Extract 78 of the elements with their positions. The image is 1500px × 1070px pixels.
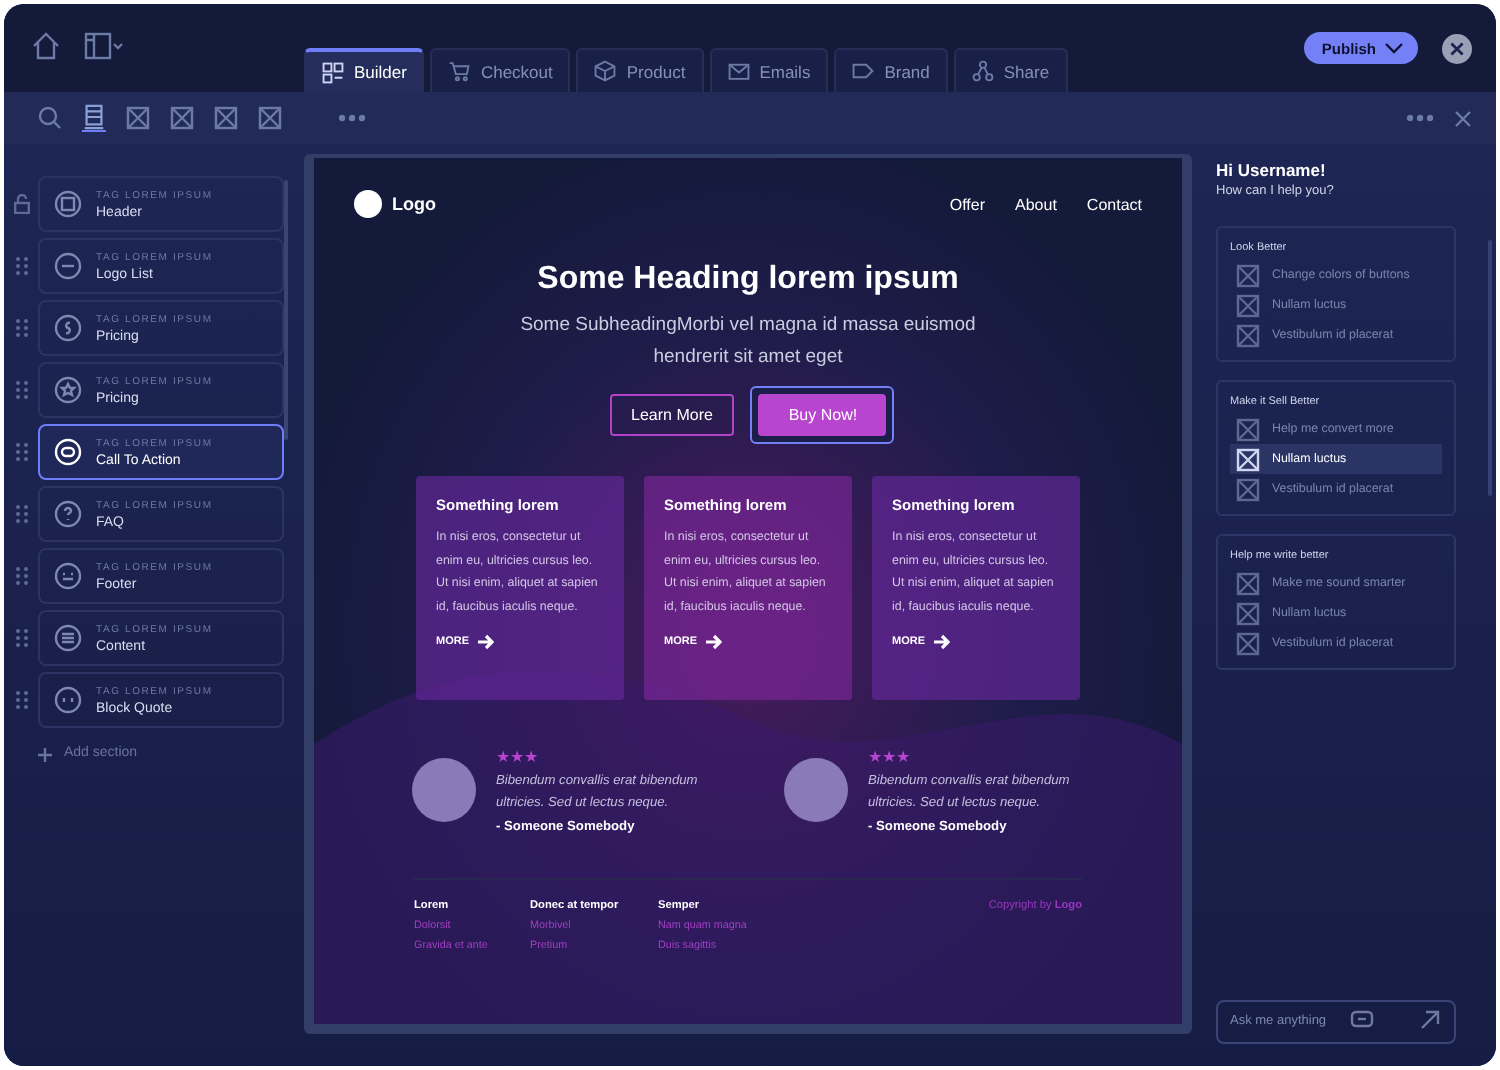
nav-link[interactable]: Contact (1086, 195, 1142, 213)
placeholder-icon[interactable] (258, 106, 282, 130)
close-button[interactable] (1442, 33, 1472, 63)
tab[interactable]: Builder (304, 48, 425, 92)
scrollbar[interactable] (284, 180, 288, 440)
close-icon (1450, 41, 1464, 55)
section-icon (54, 686, 82, 714)
tab[interactable]: Product (576, 48, 704, 92)
avatar (784, 758, 848, 822)
drag-handle-icon[interactable] (14, 504, 30, 524)
close-icon[interactable] (1454, 109, 1472, 127)
assistant-greeting: Hi Username! (1216, 160, 1328, 180)
star-icon: ★ (896, 748, 910, 766)
placeholder-icon (1236, 601, 1260, 625)
star-icon: ★ (882, 748, 896, 766)
hero-subheading: Some SubheadingMorbi vel magna id massa euismod hendrerit sit amet eget (518, 312, 978, 372)
placeholder-icon[interactable] (170, 106, 194, 130)
star-icon: ★ (496, 748, 510, 766)
section-icon (54, 438, 82, 466)
section-icon (54, 376, 82, 404)
placeholder-icon (1236, 323, 1260, 347)
section-icon (54, 500, 82, 528)
section-icon (54, 624, 82, 652)
cta-button[interactable]: Learn More (609, 394, 735, 436)
nav-link[interactable]: About (1015, 195, 1057, 213)
caret-icon (1384, 40, 1404, 56)
placeholder-icon (1236, 263, 1260, 287)
cta-button[interactable]: Buy Now! (758, 394, 887, 436)
drag-handle-icon[interactable] (14, 566, 30, 586)
star-icon: ★ (524, 748, 538, 766)
tab-icon (322, 61, 344, 83)
layout-icon[interactable] (84, 32, 124, 60)
placeholder-icon (1236, 293, 1260, 317)
placeholder-icon (1236, 447, 1260, 471)
chat-icon (1350, 1010, 1374, 1030)
placeholder-icon[interactable] (214, 106, 238, 130)
tab-icon (852, 60, 875, 82)
arrow-right-icon (933, 634, 949, 650)
more-icon[interactable] (1406, 114, 1434, 122)
star-icon: ★ (510, 748, 524, 766)
tab[interactable]: Brand (834, 48, 948, 92)
more-icon[interactable] (338, 114, 366, 122)
drag-handle-icon[interactable] (14, 628, 30, 648)
drag-handle-icon[interactable] (14, 380, 30, 400)
tab-icon (727, 60, 750, 82)
section-icon (54, 314, 82, 342)
hero-heading: Some Heading lorem ipsum (535, 262, 961, 298)
placeholder-icon (1236, 417, 1260, 441)
drag-handle-icon[interactable] (14, 442, 30, 462)
placeholder-icon (1236, 571, 1260, 595)
section-icon (54, 562, 82, 590)
drag-handle-icon[interactable] (14, 256, 30, 276)
logo-icon (354, 190, 382, 218)
home-icon[interactable] (32, 32, 60, 60)
tab-icon (971, 60, 994, 82)
drag-handle-icon[interactable] (14, 690, 30, 710)
tab[interactable]: Share (953, 48, 1068, 92)
plus-icon (38, 748, 52, 762)
section-icon (54, 190, 82, 218)
tab-icon (448, 60, 471, 82)
placeholder-icon (1236, 477, 1260, 501)
tab[interactable]: Checkout (430, 48, 571, 92)
search-icon[interactable] (38, 106, 62, 130)
placeholder-icon[interactable] (126, 106, 150, 130)
scrollbar[interactable] (1488, 240, 1492, 496)
arrow-right-icon (477, 634, 493, 650)
placeholder-icon (1236, 631, 1260, 655)
drag-handle-icon[interactable] (14, 318, 30, 338)
tab[interactable]: Emails (709, 48, 829, 92)
avatar (412, 758, 476, 822)
stack-icon[interactable] (82, 104, 106, 132)
send-arrow-icon[interactable] (1420, 1010, 1440, 1030)
nav-link[interactable]: Offer (949, 195, 986, 213)
logo-text: Logo (392, 194, 436, 214)
tab-icon (594, 60, 617, 82)
section-icon (54, 252, 82, 280)
arrow-right-icon (705, 634, 721, 650)
star-icon: ★ (868, 748, 882, 766)
